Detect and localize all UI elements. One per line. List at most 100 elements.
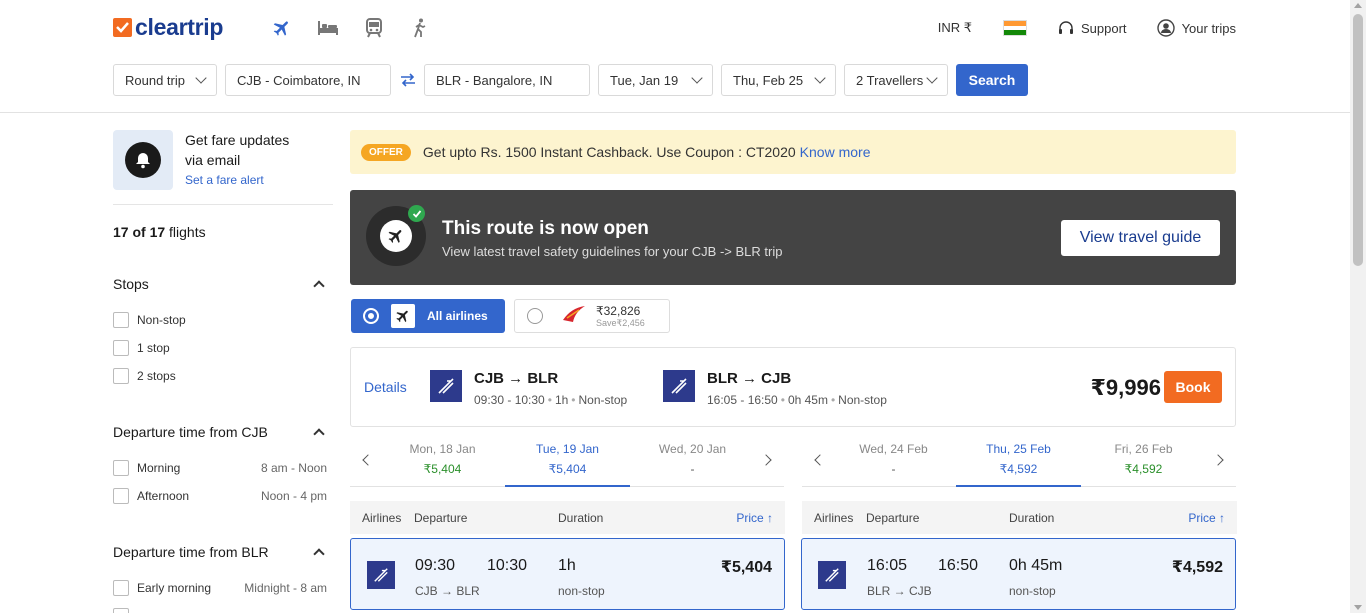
currency-selector[interactable]: INR ₹ [938,20,972,36]
know-more-link[interactable]: Know more [800,144,871,160]
chevron-left-icon[interactable] [362,454,374,466]
stops-filter-header[interactable]: Stops [113,276,327,292]
chevron-right-icon[interactable] [1212,454,1224,466]
outbound-flight-row[interactable]: 09:30 10:30 CJB → BLR 1h non-stop ₹5,404 [350,538,785,610]
flight-price: ₹5,404 [720,559,772,576]
search-button[interactable]: Search [956,64,1028,96]
swap-icon[interactable] [391,73,424,87]
date-cell[interactable]: Fri, 26 Feb ₹4,592 [1081,437,1206,487]
chevron-down-icon [926,72,938,84]
col-airlines: Airlines [362,511,402,525]
details-link[interactable]: Details [364,379,407,395]
checkbox[interactable] [113,368,129,384]
dep-blr-early-morning[interactable]: Early morning Midnight - 8 am [113,580,327,596]
dep-blr-next-option[interactable] [113,608,327,613]
chevron-right-icon[interactable] [760,454,772,466]
set-fare-alert-link[interactable]: Set a fare alert [185,173,305,187]
return-flight-row[interactable]: 16:05 16:50 BLR → CJB 0h 45m non-stop ₹4… [801,538,1236,610]
col-duration[interactable]: Duration [558,511,603,525]
air-india-tab[interactable]: ₹32,826 Save₹2,456 [514,299,670,333]
option-label: Early morning [137,581,212,595]
date-cell[interactable]: Wed, 20 Jan - [630,437,755,487]
col-price-sort[interactable]: Price ↑ [1188,511,1225,525]
flight-count: 17 of 17 flights [113,224,206,240]
support-link[interactable]: Support [1058,20,1127,36]
activities-icon[interactable] [408,16,432,40]
arr-time: 10:30 [487,557,528,574]
flight-count-number: 17 of 17 [113,224,166,240]
flight-duration: 0h 45m [1009,557,1063,574]
date-price: - [891,462,896,476]
from-input[interactable]: CJB - Coimbatore, IN [225,64,391,96]
travellers-select[interactable]: 2 Travellers [844,64,948,96]
checkbox[interactable] [113,488,129,504]
user-icon [1156,19,1175,37]
date-cell-selected[interactable]: Tue, 19 Jan ₹5,404 [505,437,630,487]
plane-icon [391,304,415,328]
page-scrollbar[interactable] [1350,0,1366,613]
dep-cjb-morning[interactable]: Morning 8 am - Noon [113,460,327,476]
option-label: Afternoon [137,489,190,503]
col-airlines: Airlines [814,511,854,525]
flight-icon[interactable] [270,16,294,40]
view-travel-guide-button[interactable]: View travel guide [1061,220,1220,256]
return-route: BLR → CJB [707,370,792,387]
your-trips-link[interactable]: Your trips [1156,19,1236,37]
col-price-sort[interactable]: Price ↑ [736,511,773,525]
train-icon[interactable] [362,16,386,40]
stops-title: Stops [113,276,149,292]
date-cell[interactable]: Wed, 24 Feb - [831,437,956,487]
scroll-up-arrow-icon[interactable] [1354,3,1362,8]
checkbox[interactable] [113,460,129,476]
flight-stops: non-stop [1009,584,1056,598]
all-airlines-tab[interactable]: All airlines [351,299,505,333]
fare-alert-badge [113,130,173,190]
checkbox[interactable] [113,580,129,596]
return-meta: 16:05 - 16:50 • 0h 45m • Non-stop [707,393,887,407]
stop-option-2stops[interactable]: 2 stops [113,368,327,384]
col-departure[interactable]: Departure [866,511,919,525]
radio-unselected[interactable] [527,308,543,324]
bell-icon [125,142,161,178]
offer-badge: OFFER [361,143,411,161]
india-flag-icon[interactable] [1003,20,1028,36]
flight-price: ₹4,592 [1171,559,1223,576]
stop-option-nonstop[interactable]: Non-stop [113,312,327,328]
checkbox[interactable] [113,312,129,328]
cleartrip-logo[interactable]: cleartrip [113,14,223,41]
chevron-down-icon [195,72,207,84]
checkbox[interactable] [113,340,129,356]
stop-option-1stop[interactable]: 1 stop [113,340,327,356]
dep-blr-filter-header[interactable]: Departure time from BLR [113,544,327,560]
return-time: 16:05 - 16:50 [707,393,778,407]
dep-blr-title: Departure time from BLR [113,544,269,560]
trip-type-select[interactable]: Round trip [113,64,217,96]
date-cell[interactable]: Mon, 18 Jan ₹5,404 [380,437,505,487]
depart-date-select[interactable]: Tue, Jan 19 [598,64,713,96]
option-label: Morning [137,461,181,475]
offer-text: Get upto Rs. 1500 Instant Cashback. Use … [422,144,796,160]
header: cleartrip INR ₹ Support Your trips Round… [0,0,1350,113]
selected-trip-summary: Details CJB → BLR 09:30 - 10:30 • 1h • Non-s… [350,347,1236,427]
option-label: 2 stops [137,369,176,383]
date-cell-selected[interactable]: Thu, 25 Feb ₹4,592 [956,437,1081,487]
col-departure[interactable]: Departure [414,511,467,525]
route-open-title: This route is now open [442,218,649,239]
trip-type-value: Round trip [125,72,185,88]
dep-cjb-filter-header[interactable]: Departure time from CJB [113,424,327,440]
scroll-thumb[interactable] [1353,14,1363,266]
date-price: - [690,462,695,476]
book-button[interactable]: Book [1164,371,1222,403]
scroll-down-arrow-icon[interactable] [1354,605,1362,610]
col-duration[interactable]: Duration [1009,511,1054,525]
hotel-icon[interactable] [316,16,340,40]
fare-alert-box: Get fare updates via email Set a fare al… [113,130,305,190]
chevron-left-icon[interactable] [814,454,826,466]
to-input[interactable]: BLR - Bangalore, IN [424,64,590,96]
chevron-up-icon [313,280,325,292]
checkbox[interactable] [113,608,129,613]
return-date-select[interactable]: Thu, Feb 25 [721,64,836,96]
dep-cjb-afternoon[interactable]: Afternoon Noon - 4 pm [113,488,327,504]
date-price: ₹4,592 [999,462,1038,476]
radio-selected[interactable] [363,308,379,324]
